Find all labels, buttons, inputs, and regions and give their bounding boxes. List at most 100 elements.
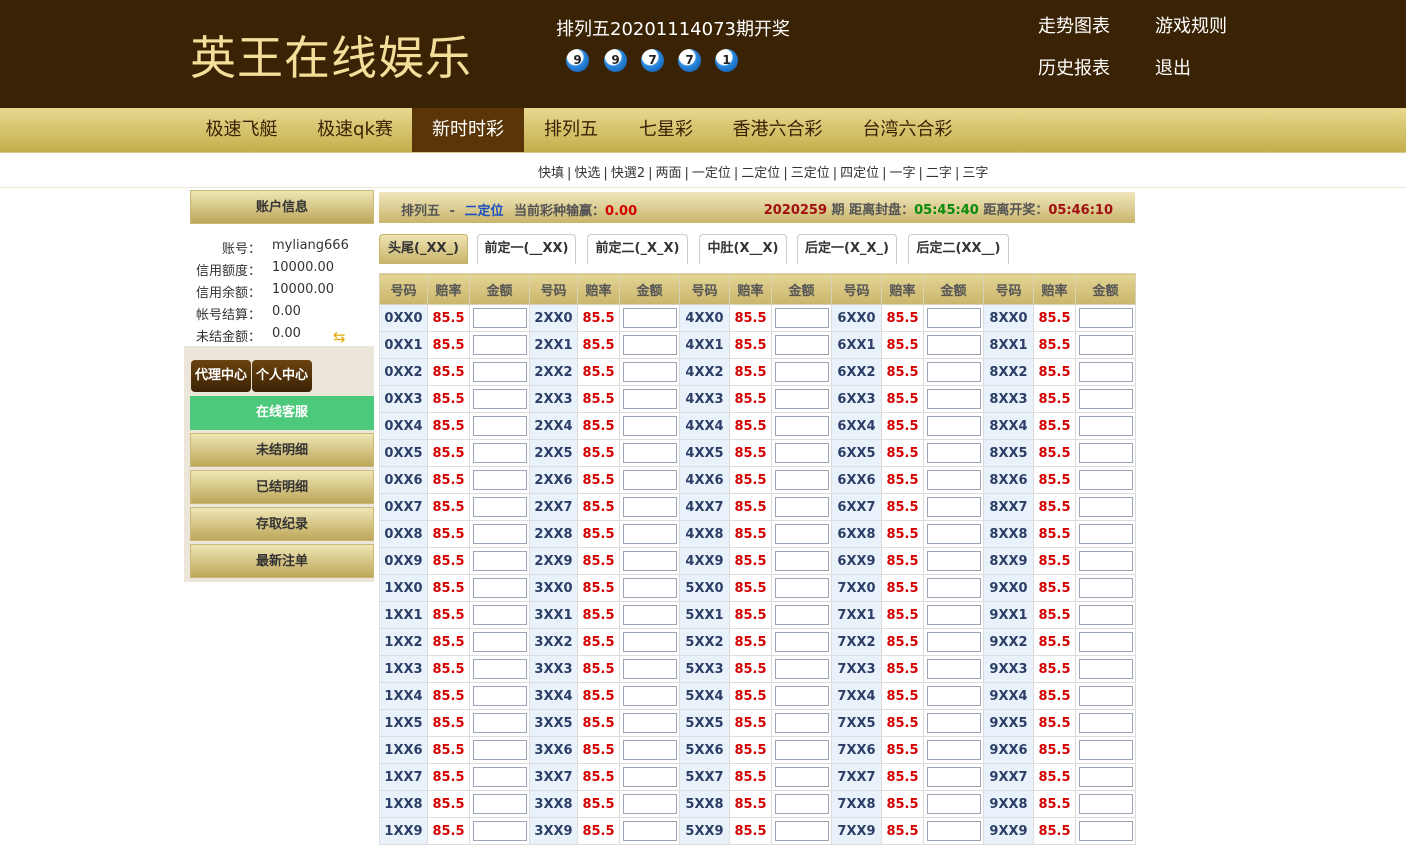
- bet-amount-input[interactable]: [472, 524, 527, 544]
- nav-item-xin-shishicai[interactable]: 新时时彩: [412, 108, 524, 152]
- tab-houdinger[interactable]: 后定二(XX__): [908, 234, 1009, 264]
- bet-amount-input[interactable]: [1078, 794, 1133, 814]
- trend-chart-link[interactable]: 走势图表: [1038, 12, 1110, 38]
- bet-amount-input[interactable]: [622, 821, 677, 841]
- bet-amount-input[interactable]: [1078, 578, 1133, 598]
- bet-amount-input[interactable]: [774, 740, 829, 760]
- bet-amount-input[interactable]: [472, 740, 527, 760]
- subnav-sidingwei[interactable]: 四定位: [840, 166, 879, 181]
- bet-amount-input[interactable]: [774, 335, 829, 355]
- logout-link[interactable]: 退出: [1155, 54, 1191, 80]
- bet-amount-input[interactable]: [926, 443, 981, 463]
- bet-amount-input[interactable]: [1078, 767, 1133, 787]
- bet-amount-input[interactable]: [472, 794, 527, 814]
- bet-amount-input[interactable]: [774, 632, 829, 652]
- bet-amount-input[interactable]: [926, 740, 981, 760]
- bet-amount-input[interactable]: [774, 524, 829, 544]
- subnav-kuaixuan2[interactable]: 快選2: [611, 166, 645, 181]
- bet-amount-input[interactable]: [774, 443, 829, 463]
- bet-amount-input[interactable]: [926, 389, 981, 409]
- tab-qiandingyi[interactable]: 前定一(__XX): [477, 234, 576, 264]
- bet-amount-input[interactable]: [926, 335, 981, 355]
- bet-amount-input[interactable]: [1078, 632, 1133, 652]
- bet-amount-input[interactable]: [622, 524, 677, 544]
- bet-amount-input[interactable]: [1078, 470, 1133, 490]
- bet-amount-input[interactable]: [926, 632, 981, 652]
- bet-amount-input[interactable]: [472, 686, 527, 706]
- bet-amount-input[interactable]: [622, 578, 677, 598]
- bet-amount-input[interactable]: [622, 335, 677, 355]
- refresh-icon[interactable]: ⇆: [333, 329, 349, 345]
- bet-amount-input[interactable]: [774, 767, 829, 787]
- bet-amount-input[interactable]: [472, 632, 527, 652]
- bet-amount-input[interactable]: [926, 578, 981, 598]
- bet-amount-input[interactable]: [926, 659, 981, 679]
- bet-amount-input[interactable]: [774, 497, 829, 517]
- bet-amount-input[interactable]: [774, 659, 829, 679]
- bet-amount-input[interactable]: [774, 362, 829, 382]
- bet-amount-input[interactable]: [472, 767, 527, 787]
- bet-amount-input[interactable]: [774, 821, 829, 841]
- bet-amount-input[interactable]: [472, 659, 527, 679]
- subnav-erzi[interactable]: 二字: [926, 166, 952, 181]
- bet-amount-input[interactable]: [1078, 713, 1133, 733]
- nav-item-pailiewu[interactable]: 排列五: [529, 108, 613, 152]
- bet-amount-input[interactable]: [622, 659, 677, 679]
- bet-amount-input[interactable]: [622, 416, 677, 436]
- bet-amount-input[interactable]: [472, 551, 527, 571]
- online-service-button[interactable]: 在线客服: [190, 396, 374, 430]
- bet-amount-input[interactable]: [926, 416, 981, 436]
- tab-houdingyi[interactable]: 后定一(X_X_): [797, 234, 897, 264]
- subnav-yidingwei[interactable]: 一定位: [692, 166, 731, 181]
- tab-qiandinger[interactable]: 前定二(_X_X): [587, 234, 688, 264]
- subnav-kuaitian[interactable]: 快填: [538, 166, 564, 181]
- bet-amount-input[interactable]: [774, 308, 829, 328]
- settled-detail-button[interactable]: 已结明细: [190, 470, 374, 504]
- bet-amount-input[interactable]: [926, 362, 981, 382]
- bet-amount-input[interactable]: [774, 794, 829, 814]
- bet-amount-input[interactable]: [472, 470, 527, 490]
- subnav-erdingwei[interactable]: 二定位: [741, 166, 780, 181]
- bet-amount-input[interactable]: [622, 389, 677, 409]
- latest-bets-button[interactable]: 最新注单: [190, 544, 374, 578]
- bet-amount-input[interactable]: [926, 605, 981, 625]
- personal-center-button[interactable]: 个人中心: [252, 360, 312, 392]
- bet-amount-input[interactable]: [622, 497, 677, 517]
- nav-item-qixingcai[interactable]: 七星彩: [626, 108, 706, 152]
- bet-amount-input[interactable]: [472, 821, 527, 841]
- nav-item-jisu-qk[interactable]: 极速qk赛: [302, 108, 408, 152]
- bet-amount-input[interactable]: [926, 470, 981, 490]
- tab-zhongdu[interactable]: 中肚(X__X): [699, 234, 787, 264]
- subnav-yizi[interactable]: 一字: [890, 166, 916, 181]
- bet-amount-input[interactable]: [774, 578, 829, 598]
- history-report-link[interactable]: 历史报表: [1038, 54, 1110, 80]
- bet-amount-input[interactable]: [926, 524, 981, 544]
- bet-amount-input[interactable]: [774, 551, 829, 571]
- bet-amount-input[interactable]: [622, 740, 677, 760]
- bet-amount-input[interactable]: [926, 713, 981, 733]
- agent-center-button[interactable]: 代理中心: [191, 360, 251, 392]
- unsettled-detail-button[interactable]: 未结明细: [190, 433, 374, 467]
- bet-amount-input[interactable]: [774, 470, 829, 490]
- bet-amount-input[interactable]: [1078, 443, 1133, 463]
- bet-amount-input[interactable]: [926, 497, 981, 517]
- bet-amount-input[interactable]: [472, 416, 527, 436]
- bet-amount-input[interactable]: [622, 686, 677, 706]
- nav-item-hk-liuhecai[interactable]: 香港六合彩: [720, 108, 835, 152]
- subnav-sandingwei[interactable]: 三定位: [791, 166, 830, 181]
- bet-amount-input[interactable]: [472, 362, 527, 382]
- bet-amount-input[interactable]: [1078, 821, 1133, 841]
- bet-amount-input[interactable]: [622, 605, 677, 625]
- bet-amount-input[interactable]: [774, 389, 829, 409]
- bet-amount-input[interactable]: [472, 578, 527, 598]
- bet-amount-input[interactable]: [472, 443, 527, 463]
- subnav-liangmian[interactable]: 两面: [655, 166, 681, 181]
- bet-amount-input[interactable]: [472, 605, 527, 625]
- bet-amount-input[interactable]: [926, 551, 981, 571]
- bet-amount-input[interactable]: [622, 713, 677, 733]
- bet-amount-input[interactable]: [1078, 686, 1133, 706]
- bet-amount-input[interactable]: [774, 686, 829, 706]
- bet-amount-input[interactable]: [774, 416, 829, 436]
- subnav-sanzi[interactable]: 三字: [962, 166, 988, 181]
- bet-amount-input[interactable]: [1078, 416, 1133, 436]
